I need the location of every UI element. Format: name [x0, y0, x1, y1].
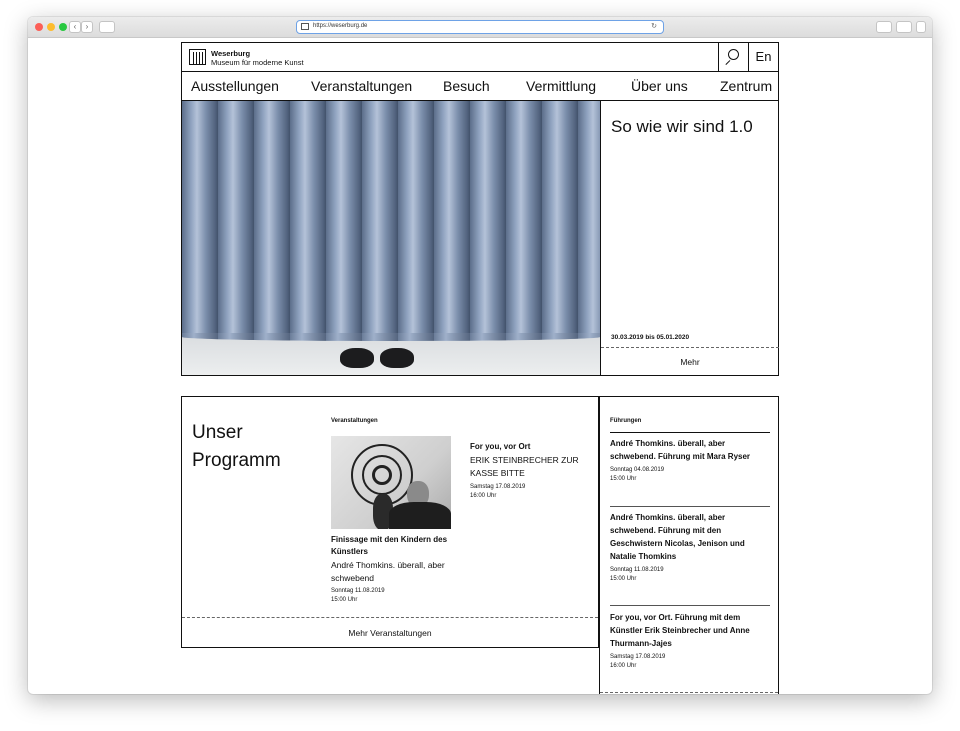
tour-2-datetime: Sonntag 11.08.2019 15:00 Uhr	[610, 566, 664, 584]
logo-title[interactable]: Weserburg	[211, 49, 250, 58]
reload-icon[interactable]: ↻	[651, 21, 657, 32]
logo-subtitle[interactable]: Museum für moderne Kunst	[211, 58, 304, 67]
hero-exhibition: So wie wir sind 1.0 30.03.2019 bis 05.01…	[181, 101, 779, 376]
event-2-datetime: Samstag 17.08.2019 16:00 Uhr	[470, 483, 525, 501]
event-1-time: 15:00 Uhr	[331, 597, 358, 603]
tour-3-date: Samstag 17.08.2019	[610, 654, 666, 660]
nav-item-zentrum[interactable]: Zentrum	[720, 78, 772, 94]
nav-item-veranstaltungen[interactable]: Veranstaltungen	[311, 78, 412, 94]
shoe-right	[380, 348, 414, 368]
tours-label: Führungen	[610, 418, 642, 424]
events-label: Veranstaltungen	[331, 418, 378, 424]
tour-1-time: 15:00 Uhr	[610, 476, 637, 482]
nav-item-ueber-uns[interactable]: Über uns	[631, 78, 688, 94]
tours-panel: Führungen André Thomkins. überall, aber …	[599, 396, 779, 694]
tour-2-time: 15:00 Uhr	[610, 576, 637, 582]
shoe-left	[340, 348, 374, 368]
share-icon[interactable]	[876, 21, 892, 33]
zoom-window-button[interactable]	[59, 23, 67, 31]
exhibition-title[interactable]: So wie wir sind 1.0	[611, 117, 753, 137]
exhibition-date: 30.03.2019 bis 05.01.2020	[611, 334, 690, 341]
address-bar[interactable]: https://weserburg.de ↻	[296, 20, 664, 34]
nav-item-vermittlung[interactable]: Vermittlung	[526, 78, 596, 94]
nav-item-ausstellungen[interactable]: Ausstellungen	[191, 78, 279, 94]
tour-2-title[interactable]: André Thomkins. überall, aber schwebend.…	[610, 511, 770, 563]
hero-info: So wie wir sind 1.0 30.03.2019 bis 05.01…	[600, 101, 779, 375]
event-1-title[interactable]: Finissage mit den Kindern des Künstlers	[331, 534, 456, 558]
program-section: Unser Programm Veranstaltungen Finissage…	[181, 396, 779, 694]
event-1-datetime: Sonntag 11.08.2019 15:00 Uhr	[331, 587, 385, 605]
back-button[interactable]: ‹	[69, 21, 81, 33]
forward-button[interactable]: ›	[81, 21, 93, 33]
event-1-subtitle[interactable]: André Thomkins. überall, aber schwebend	[331, 559, 456, 584]
museum-logo-icon[interactable]	[189, 49, 206, 65]
tour-3-title[interactable]: For you, vor Ort. Führung mit dem Künstl…	[610, 611, 770, 650]
site-favicon-icon	[301, 23, 309, 30]
event-2-title[interactable]: For you, vor Ort	[470, 442, 530, 451]
browser-toolbar: ‹ › https://weserburg.de ↻	[28, 17, 932, 38]
event-2-subtitle[interactable]: ERIK STEINBRECHER ZUR KASSE BITTE	[470, 454, 588, 479]
main-nav: Ausstellungen Veranstaltungen Besuch Ver…	[181, 72, 779, 101]
tour-3-time: 16:00 Uhr	[610, 663, 637, 669]
tour-1-title[interactable]: André Thomkins. überall, aber schwebend.…	[610, 437, 770, 463]
events-panel: Unser Programm Veranstaltungen Finissage…	[181, 396, 599, 648]
tours-divider	[610, 432, 770, 433]
sidebar-toggle-icon[interactable]	[99, 21, 115, 33]
minimize-window-button[interactable]	[47, 23, 55, 31]
program-heading: Unser Programm	[192, 422, 281, 471]
tours-end-divider	[600, 692, 778, 693]
tour-1-datetime: Sonntag 04.08.2019 15:00 Uhr	[610, 466, 664, 484]
tour-divider	[610, 605, 770, 606]
close-window-button[interactable]	[35, 23, 43, 31]
tabs-overview-icon[interactable]	[896, 21, 912, 33]
search-button[interactable]	[718, 43, 748, 71]
tour-1-date: Sonntag 04.08.2019	[610, 467, 665, 473]
tour-2-date: Sonntag 11.08.2019	[610, 567, 664, 573]
more-events-link[interactable]: Mehr Veranstaltungen	[182, 617, 598, 647]
search-icon	[728, 49, 739, 60]
event-1-date: Sonntag 11.08.2019	[331, 588, 385, 594]
event-2-date: Samstag 17.08.2019	[470, 484, 526, 490]
more-link[interactable]: Mehr	[601, 347, 779, 375]
tour-divider	[610, 506, 770, 507]
nav-item-besuch[interactable]: Besuch	[443, 78, 490, 94]
language-switch[interactable]: En	[748, 43, 778, 71]
event-image[interactable]	[331, 436, 451, 529]
browser-window: ‹ › https://weserburg.de ↻ Weserburg Mus…	[28, 17, 932, 694]
url-text: https://weserburg.de	[313, 23, 368, 29]
site-header: Weserburg Museum für moderne Kunst En	[181, 42, 779, 72]
tour-3-datetime: Samstag 17.08.2019 16:00 Uhr	[610, 653, 665, 671]
new-tab-icon[interactable]	[916, 21, 926, 33]
hero-image-curtain[interactable]	[182, 101, 600, 375]
event-2-time: 16:00 Uhr	[470, 493, 497, 499]
